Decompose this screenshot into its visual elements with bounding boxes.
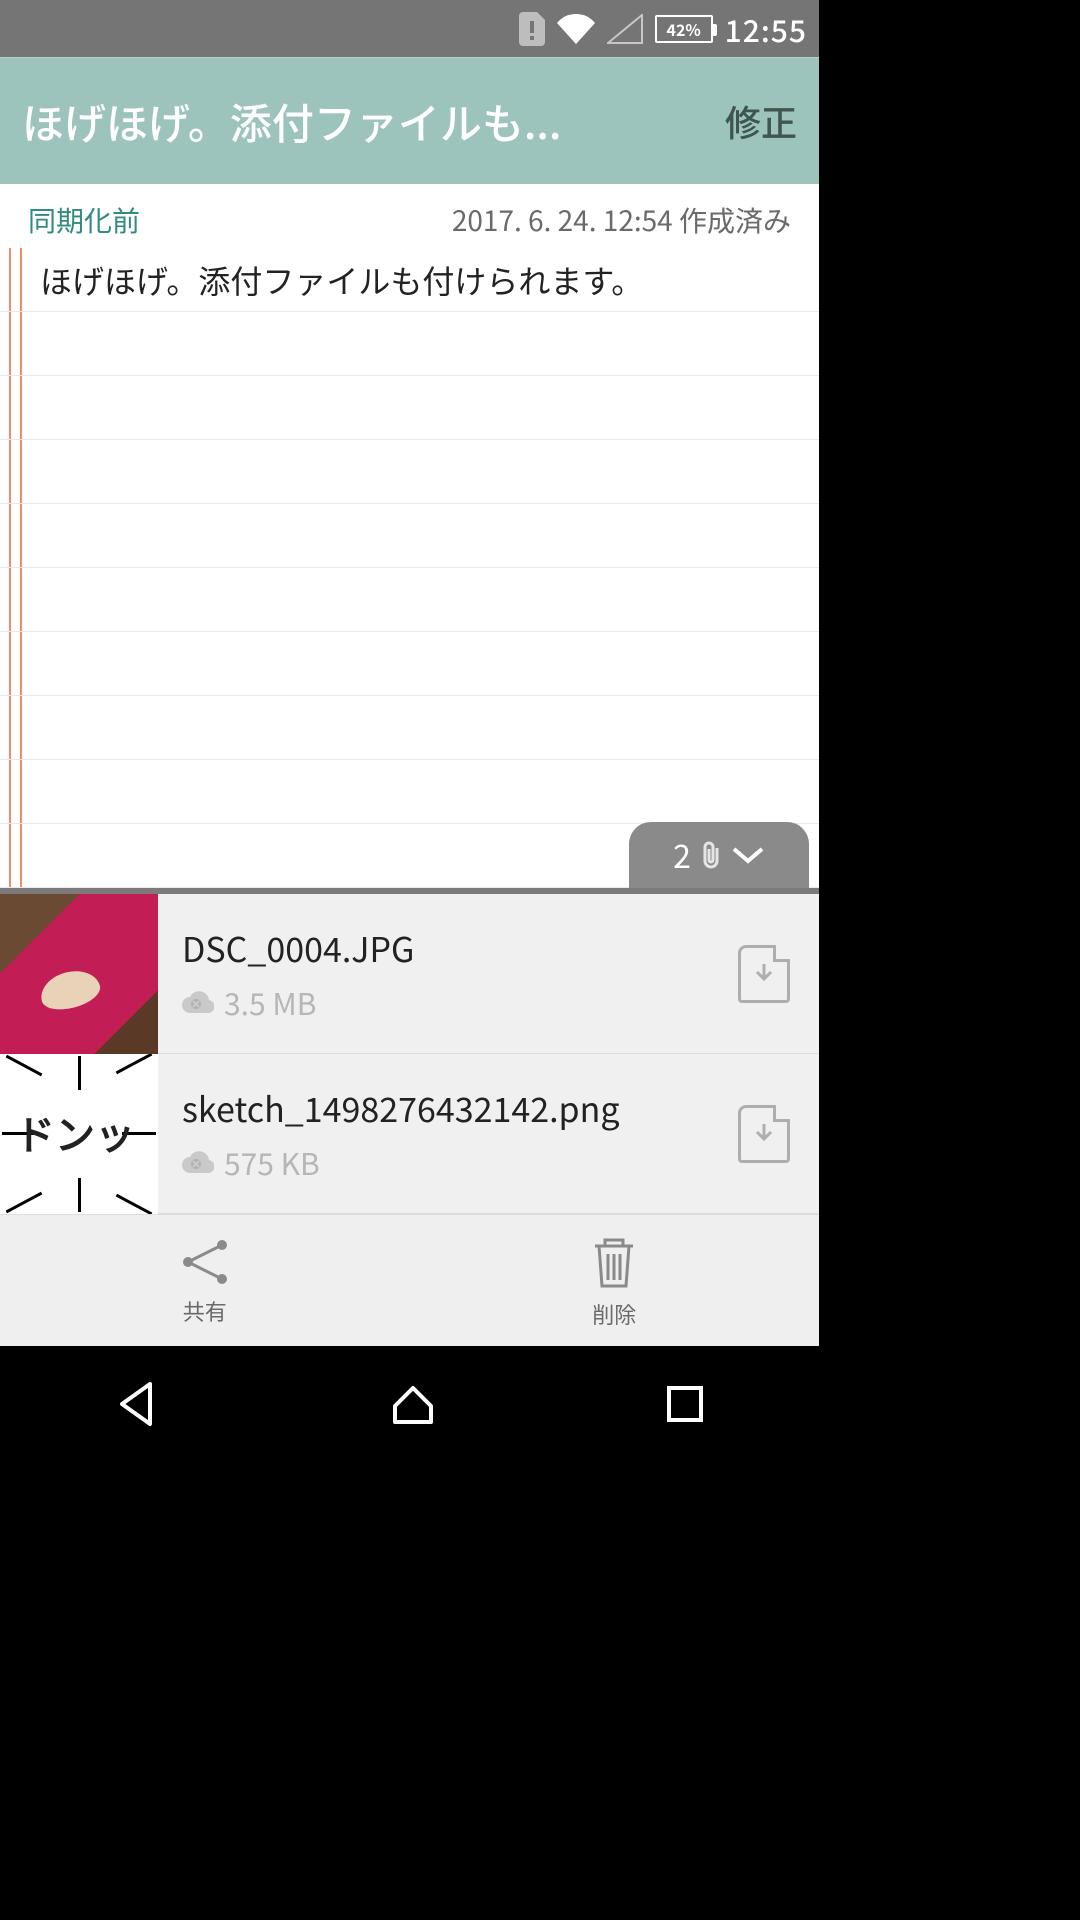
attachment-size: 575 KB: [224, 1140, 320, 1184]
note-body: ほげほげ。添付ファイルも付けられます。: [0, 248, 819, 312]
cloud-off-icon: [182, 991, 214, 1013]
sim-alert-icon: [519, 12, 545, 46]
attachment-info: sketch_1498276432142.png 575 KB: [158, 1083, 709, 1184]
attachment-size: 3.5 MB: [224, 980, 316, 1024]
download-icon: [751, 961, 777, 987]
recent-apps-button[interactable]: [663, 1382, 707, 1426]
paper-lines: [0, 248, 819, 888]
page-title: ほげほげ。添付ファイルも...: [22, 91, 725, 152]
status-clock: 12:55: [725, 7, 807, 51]
sketch-text: ドンッ: [15, 1103, 135, 1161]
back-button[interactable]: [112, 1378, 164, 1430]
attachment-filename: DSC_0004.JPG: [182, 923, 685, 972]
download-button[interactable]: [709, 945, 819, 1003]
share-button[interactable]: 共有: [0, 1215, 410, 1346]
paperclip-icon: [699, 840, 723, 870]
cloud-off-icon: [182, 1151, 214, 1173]
home-icon: [387, 1378, 439, 1430]
attachment-count: 2: [673, 832, 691, 878]
wifi-icon: [557, 14, 595, 44]
share-label: 共有: [183, 1295, 227, 1327]
home-button[interactable]: [387, 1378, 439, 1430]
battery-indicator: 42%: [655, 15, 713, 43]
attachment-row[interactable]: DSC_0004.JPG 3.5 MB: [0, 894, 819, 1054]
share-icon: [178, 1235, 232, 1289]
sync-status: 同期化前: [28, 200, 140, 240]
delete-button[interactable]: 削除: [410, 1215, 820, 1346]
square-icon: [663, 1382, 707, 1426]
attachment-info: DSC_0004.JPG 3.5 MB: [158, 923, 709, 1024]
download-button[interactable]: [709, 1105, 819, 1163]
attachments-panel: DSC_0004.JPG 3.5 MB ドンッ sketch_149827643…: [0, 888, 819, 1214]
battery-text: 42%: [667, 17, 701, 41]
app-bar: ほげほげ。添付ファイルも... 修正: [0, 57, 819, 184]
note-meta: 同期化前 2017. 6. 24. 12:54 作成済み: [0, 184, 819, 248]
note-paper[interactable]: ほげほげ。添付ファイルも付けられます。 2: [0, 248, 819, 888]
attachments-toggle-tab[interactable]: 2: [629, 822, 809, 888]
delete-label: 削除: [592, 1298, 636, 1330]
system-nav-bar: [0, 1352, 819, 1456]
trash-icon: [587, 1232, 641, 1292]
edit-button[interactable]: 修正: [725, 95, 797, 147]
back-icon: [112, 1378, 164, 1430]
attachment-row[interactable]: ドンッ sketch_1498276432142.png 575 KB: [0, 1054, 819, 1214]
chevron-down-icon: [731, 845, 765, 865]
cell-signal-icon: [607, 14, 643, 44]
bottom-actions: 共有 削除: [0, 1214, 819, 1346]
attachment-filename: sketch_1498276432142.png: [182, 1083, 685, 1132]
status-bar: 42% 12:55: [0, 0, 819, 57]
download-icon: [751, 1121, 777, 1147]
attachment-thumbnail[interactable]: [0, 894, 158, 1054]
attachment-thumbnail[interactable]: ドンッ: [0, 1054, 158, 1214]
created-date: 2017. 6. 24. 12:54 作成済み: [452, 200, 791, 240]
